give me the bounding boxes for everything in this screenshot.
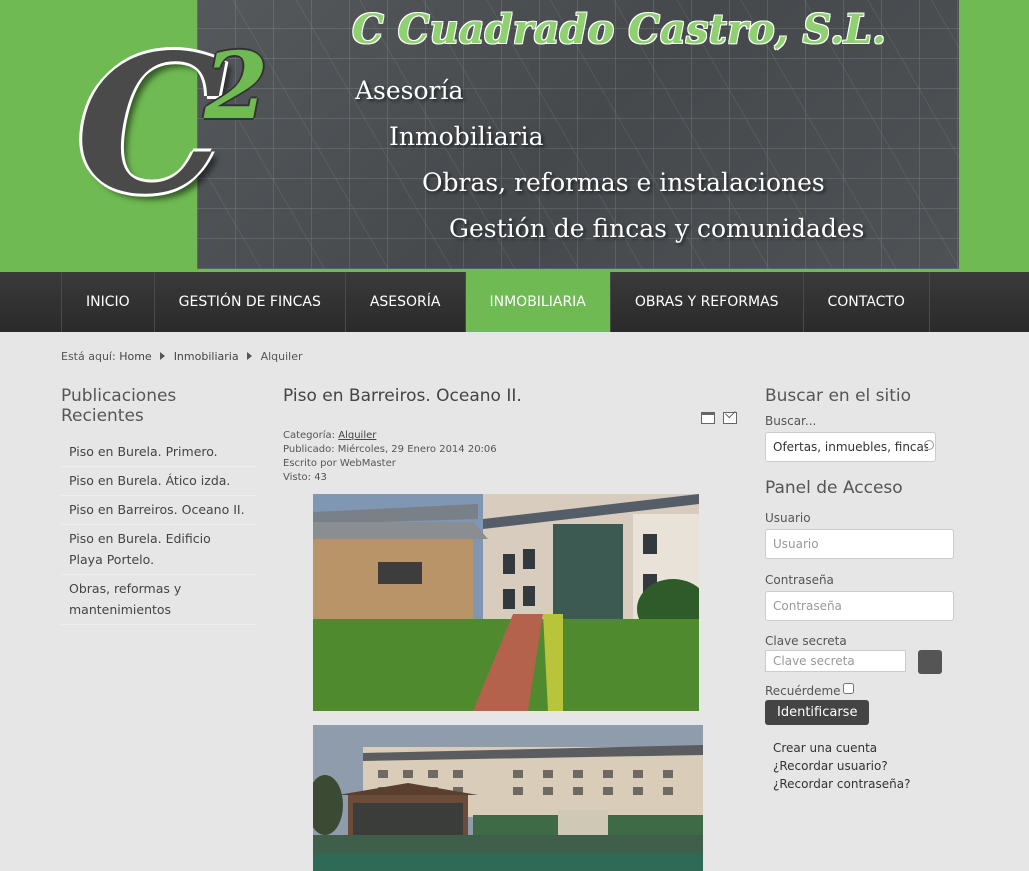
login-links: Crear una cuenta ¿Recordar usuario? ¿Rec… — [765, 739, 955, 793]
recent-post-link[interactable]: Piso en Burela. Primero. — [61, 438, 256, 467]
nav-item-asesoria[interactable]: ASESORÍA — [346, 272, 466, 332]
right-sidebar: Buscar en el sitio Buscar... Panel de Ac… — [765, 386, 955, 793]
search-label: Buscar... — [765, 414, 817, 428]
category-link[interactable]: Alquiler — [338, 430, 376, 441]
tagline-asesoria: Asesoría — [355, 76, 464, 105]
username-label: Usuario — [765, 511, 811, 525]
search-title: Buscar en el sitio — [765, 386, 912, 406]
article-published: Publicado: Miércoles, 29 Enero 2014 20:0… — [283, 444, 497, 455]
search-module: Buscar en el sitio Buscar... — [765, 386, 955, 462]
recent-post-link[interactable]: Obras, reformas y mantenimientos — [61, 575, 256, 625]
tagline-obras: Obras, reformas e instalaciones — [422, 168, 825, 197]
tagline-gestion: Gestión de fincas y comunidades — [449, 214, 865, 243]
forgot-password-link[interactable]: ¿Recordar contraseña? — [773, 775, 955, 793]
nav-item-gestion-de-fincas[interactable]: GESTIÓN DE FINCAS — [155, 272, 346, 332]
article-hits: Visto: 43 — [283, 472, 327, 483]
username-input[interactable] — [765, 529, 954, 559]
login-module: Panel de Acceso Usuario Contraseña Clave… — [765, 478, 955, 793]
nav-item-inmobiliaria[interactable]: INMOBILIARIA — [465, 272, 611, 332]
article-title: Piso en Barreiros. Oceano II. — [283, 386, 522, 406]
secret-key-button[interactable] — [918, 650, 943, 674]
recent-post-link[interactable]: Piso en Burela. Ático izda. — [61, 467, 256, 496]
article-info: Categoría: Alquiler Publicado: Miércoles… — [283, 429, 738, 485]
email-icon[interactable] — [723, 412, 737, 424]
tagline-inmobiliaria: Inmobiliaria — [389, 122, 544, 151]
login-title: Panel de Acceso — [765, 478, 903, 498]
article: Piso en Barreiros. Oceano II. Categoría:… — [283, 386, 738, 871]
company-name: C Cuadrado Castro, S.L. — [352, 6, 886, 53]
breadcrumb-separator-icon — [160, 352, 166, 360]
logo-superscript[interactable]: 2 — [204, 40, 268, 132]
password-input[interactable] — [765, 591, 954, 621]
forgot-username-link[interactable]: ¿Recordar usuario? — [773, 757, 955, 775]
breadcrumb-separator-icon — [247, 352, 253, 360]
breadcrumb: Está aquí: Home Inmobiliaria Alquiler — [61, 350, 303, 363]
recent-posts-title: Publicaciones Recientes — [61, 386, 177, 426]
recent-post-link[interactable]: Piso en Barreiros. Oceano II. — [61, 496, 256, 525]
print-icon[interactable] — [701, 412, 715, 424]
article-actions — [701, 412, 737, 424]
breadcrumb-prefix: Está aquí: — [61, 350, 116, 363]
login-button[interactable]: Identificarse — [765, 700, 870, 725]
create-account-link[interactable]: Crear una cuenta — [773, 739, 955, 757]
article-category: Categoría: Alquiler — [283, 429, 738, 443]
property-photo-building — [313, 725, 703, 871]
search-icon[interactable] — [924, 440, 934, 450]
remember-label: Recuérdeme — [765, 684, 841, 698]
nav-item-contacto[interactable]: CONTACTO — [804, 272, 930, 332]
secret-key-label: Clave secreta — [765, 634, 847, 648]
category-label: Categoría: — [283, 430, 336, 441]
recent-posts-module: Publicaciones Recientes Piso en Burela. … — [61, 386, 256, 625]
remember-checkbox[interactable] — [842, 682, 854, 694]
secret-key-input[interactable] — [765, 650, 906, 672]
main-nav: INICIO GESTIÓN DE FINCAS ASESORÍA INMOBI… — [0, 272, 1029, 332]
breadcrumb-current: Alquiler — [260, 350, 303, 363]
search-input[interactable] — [765, 432, 936, 462]
recent-post-link[interactable]: Piso en Burela. Edificio Playa Portelo. — [61, 525, 256, 575]
nav-item-obras-y-reformas[interactable]: OBRAS Y REFORMAS — [611, 272, 804, 332]
site-header: C 2 C Cuadrado Castro, S.L. Asesoría Inm… — [0, 0, 1029, 272]
article-author: Escrito por WebMaster — [283, 458, 396, 469]
password-label: Contraseña — [765, 573, 834, 587]
property-photo-courtyard — [313, 494, 699, 711]
breadcrumb-home[interactable]: Home — [119, 350, 151, 363]
breadcrumb-inmobiliaria[interactable]: Inmobiliaria — [174, 350, 239, 363]
nav-item-inicio[interactable]: INICIO — [62, 272, 155, 332]
